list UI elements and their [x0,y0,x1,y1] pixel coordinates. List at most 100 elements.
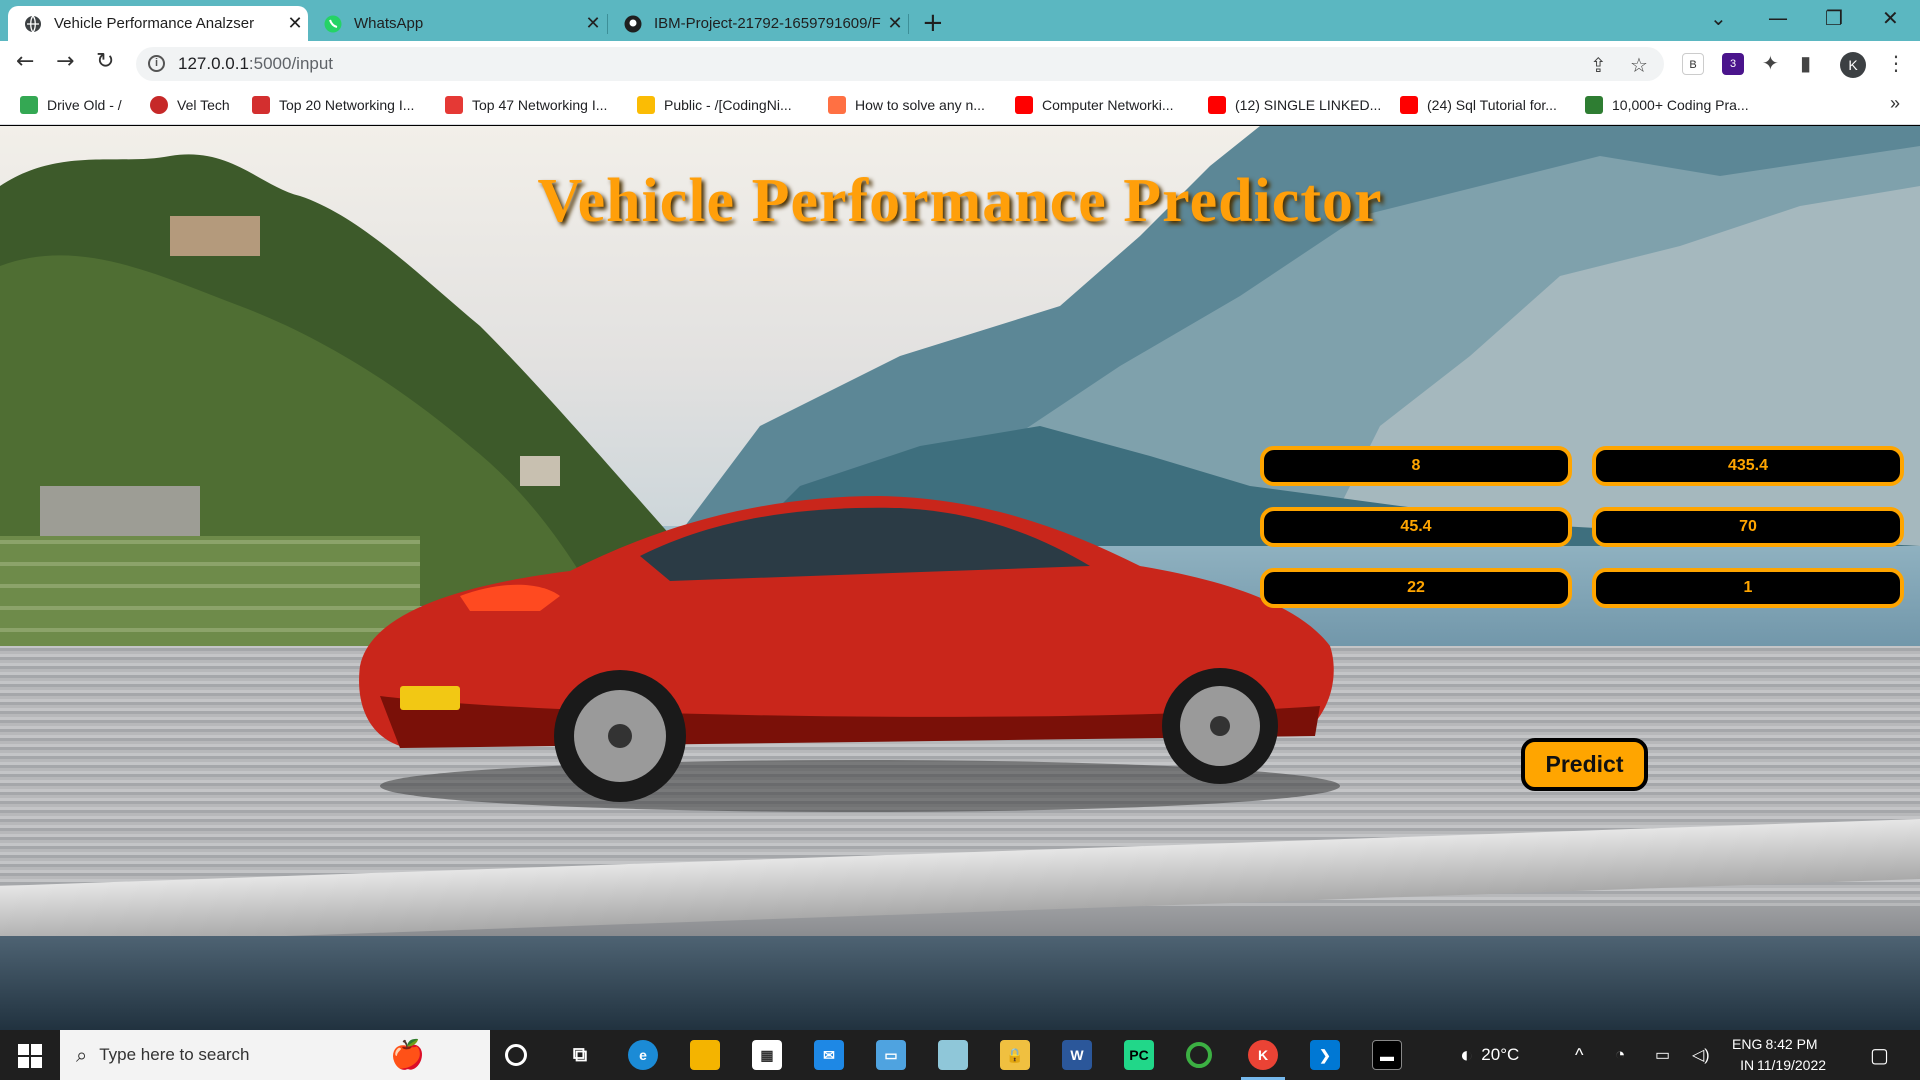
windows-taskbar: ⌕ Type here to search 🍎 ⧉ e ▦ ✉ ▭ 🔒 W PC… [0,1030,1920,1080]
task-view-icon[interactable]: ⧉ [565,1040,595,1070]
input-field-6[interactable]: 1 [1592,568,1904,608]
kebab-menu-icon[interactable]: ⋮ [1886,51,1906,75]
lock-app-icon[interactable]: 🔒 [1000,1040,1030,1070]
input-field-4[interactable]: 70 [1592,507,1904,547]
browser-tab-strip: Vehicle Performance Analzser ✕ WhatsApp … [0,0,1920,41]
input-field-3[interactable]: 45.4 [1260,507,1572,547]
taskbar-clock[interactable]: 8:42 PM 11/19/2022 [1757,1034,1826,1076]
tab-title: WhatsApp [354,15,424,32]
input-field-5[interactable]: 22 [1260,568,1572,608]
extension-badge-icon[interactable]: 3 [1722,53,1744,75]
input-field-2[interactable]: 435.4 [1592,446,1904,486]
new-tab-icon[interactable]: + [922,8,944,38]
bookmark-item[interactable]: How to solve any n... [828,96,985,114]
bookmark-site-icon [828,96,846,114]
windows-start-icon[interactable] [18,1044,42,1068]
extension-b-icon[interactable]: B [1682,53,1704,75]
circle-app-icon[interactable] [1186,1042,1212,1068]
share-icon[interactable]: ⇪ [1590,53,1607,77]
weather-temp: 20°C [1481,1045,1520,1064]
bookmark-item[interactable]: Computer Networki... [1015,96,1173,114]
bookmark-item[interactable]: (24) Sql Tutorial for... [1400,96,1557,114]
battery-icon[interactable]: ▭ [1655,1030,1670,1080]
profile-avatar[interactable]: K [1840,52,1866,78]
youtube-icon [1400,96,1418,114]
reload-icon[interactable]: ↻ [96,49,114,74]
notification-icon[interactable]: ▢ [1870,1030,1889,1080]
bookmark-site-icon [445,96,463,114]
minimize-icon[interactable]: — [1768,6,1788,30]
bookmark-item[interactable]: Top 20 Networking I... [252,96,414,114]
bookmark-item[interactable]: Vel Tech [150,96,230,114]
chrome-icon[interactable]: K [1248,1040,1278,1070]
bookmark-item[interactable]: 10,000+ Coding Pra... [1585,96,1749,114]
more-bookmarks-icon[interactable]: » [1890,93,1900,114]
puzzle-extensions-icon[interactable]: ✦ [1762,51,1779,75]
url-text[interactable]: 127.0.0.1:5000/input [178,54,333,74]
close-tab-icon[interactable]: ✕ [580,13,606,34]
tab-vehicle-performance[interactable]: Vehicle Performance Analzser ✕ [8,6,308,41]
file-explorer-icon[interactable] [690,1040,720,1070]
back-arrow-icon[interactable]: ← [16,49,34,74]
bookmarks-bar: Drive Old - / Vel Tech Top 20 Networking… [0,87,1920,125]
vscode-icon[interactable]: ❯ [1310,1040,1340,1070]
forward-arrow-icon[interactable]: → [56,49,74,74]
restore-icon[interactable]: ❐ [1825,6,1843,30]
search-highlight-icon: 🍎 [390,1039,425,1070]
computer-icon[interactable]: ▭ [876,1040,906,1070]
coding-practice-icon [1585,96,1603,114]
tab-github[interactable]: IBM-Project-21792-1659791609/F ✕ [608,6,908,41]
weather-icon: ◐ [1460,1042,1474,1067]
app-shortcut-icon[interactable] [938,1040,968,1070]
tab-separator [908,14,909,34]
bookmark-label: (24) Sql Tutorial for... [1427,97,1557,113]
tab-search-chevron-icon[interactable]: ⌄ [1710,6,1727,30]
predict-button[interactable]: Predict [1521,738,1648,791]
bookmark-item[interactable]: Top 47 Networking I... [445,96,607,114]
clock-time: 8:42 PM [1765,1036,1818,1052]
bookmark-label: (12) SINGLE LINKED... [1235,97,1382,113]
tab-title: Vehicle Performance Analzser [54,15,255,32]
edge-icon[interactable]: e [628,1040,658,1070]
whatsapp-icon [324,15,342,33]
page-content: Vehicle Performance Predictor 8 435.4 45… [0,126,1920,1030]
bookmark-label: Top 47 Networking I... [472,97,608,113]
url-host: 127.0.0.1 [178,54,249,73]
bookmark-label: How to solve any n... [855,97,985,113]
bookmark-item[interactable]: (12) SINGLE LINKED... [1208,96,1381,114]
close-tab-icon[interactable]: ✕ [882,13,908,34]
bookmark-site-icon [252,96,270,114]
url-path: :5000/input [248,54,334,73]
tab-whatsapp[interactable]: WhatsApp ✕ [308,6,606,41]
bookmark-label: Computer Networki... [1042,97,1174,113]
pycharm-icon[interactable]: PC [1124,1040,1154,1070]
bookmark-label: Drive Old - / [47,97,122,113]
bookmark-label: Vel Tech [177,97,230,113]
close-tab-icon[interactable]: ✕ [282,13,308,34]
volume-icon[interactable]: ◁) [1692,1030,1710,1080]
globe-icon [24,15,42,33]
bookmark-item[interactable]: Public - /[CodingNi... [637,96,792,114]
show-hidden-icons-chevron-icon[interactable]: ^ [1575,1030,1583,1080]
clock-date: 11/19/2022 [1757,1057,1827,1073]
youtube-icon [1208,96,1226,114]
word-icon[interactable]: W [1062,1040,1092,1070]
wifi-icon[interactable]: ◔ [1615,1030,1625,1080]
microsoft-store-icon[interactable]: ▦ [752,1040,782,1070]
red-sports-car-image [359,496,1340,812]
taskbar-search-box[interactable]: ⌕ Type here to search 🍎 [60,1030,490,1080]
drive-icon [637,96,655,114]
bookmark-star-icon[interactable]: ☆ [1630,53,1648,77]
close-window-icon[interactable]: ✕ [1882,6,1899,30]
mail-icon[interactable]: ✉ [814,1040,844,1070]
input-field-1[interactable]: 8 [1260,446,1572,486]
cortana-icon[interactable] [505,1044,527,1066]
bookmark-item[interactable]: Drive Old - / [20,96,122,114]
site-info-icon[interactable]: i [148,55,165,72]
terminal-icon[interactable]: ▬ [1372,1040,1402,1070]
weather-widget[interactable]: ◐ 20°C [1460,1030,1519,1080]
browser-toolbar: ← → ↻ i 127.0.0.1:5000/input ⇪ ☆ B 3 ✦ ▮… [0,41,1920,87]
youtube-icon [1015,96,1033,114]
address-bar[interactable]: i 127.0.0.1:5000/input ⇪ ☆ [136,47,1664,81]
side-panel-icon[interactable]: ▮ [1800,51,1811,75]
